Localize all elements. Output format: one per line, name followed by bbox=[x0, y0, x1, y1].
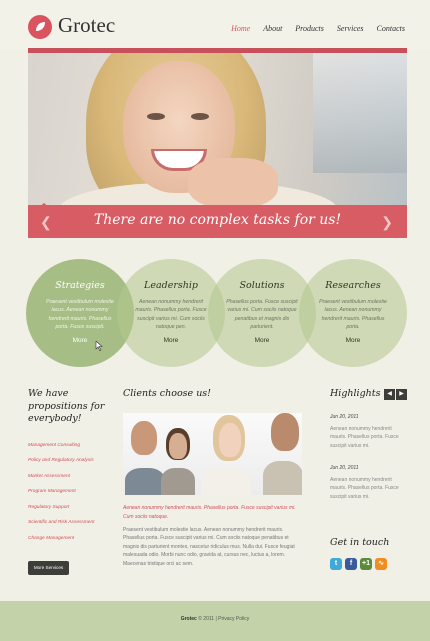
twitter-icon[interactable]: t bbox=[330, 558, 342, 570]
main-nav: Home About Products Services Contacts bbox=[231, 24, 405, 33]
person-shirt bbox=[201, 468, 251, 495]
header: Grotec Home About Products Services Cont… bbox=[0, 0, 430, 50]
link-management-consulting[interactable]: Management Consulting bbox=[28, 438, 108, 454]
nav-products[interactable]: Products bbox=[295, 24, 324, 33]
propositions-links: Management Consulting Policy and Regulat… bbox=[28, 438, 108, 547]
heading-line: propositions for bbox=[28, 400, 105, 412]
feature-text: Praesent vestibulum molestie lacus. Aene… bbox=[46, 299, 114, 330]
link-program-management[interactable]: Program Management bbox=[28, 484, 108, 500]
feature-circles: Strategies Praesent vestibulum molestie … bbox=[26, 259, 407, 371]
logo-text[interactable]: Grotec bbox=[58, 13, 115, 38]
social-links: t f +1 ∿ bbox=[330, 558, 387, 570]
heading-line: everybody! bbox=[28, 413, 82, 424]
highlights-nav: ◀ ▶ bbox=[384, 389, 407, 400]
hero-hands bbox=[188, 158, 278, 208]
footer-copyright: © 2011 bbox=[198, 616, 215, 622]
privacy-policy-link[interactable]: Privacy Policy bbox=[218, 616, 249, 622]
person-shirt bbox=[263, 461, 302, 495]
person-shirt bbox=[125, 468, 165, 495]
feature-more-link[interactable]: More bbox=[299, 337, 407, 344]
rss-icon[interactable]: ∿ bbox=[375, 558, 387, 570]
propositions-heading: We have propositions for everybody! bbox=[28, 388, 108, 426]
highlights-next-icon[interactable]: ▶ bbox=[396, 389, 407, 400]
more-services-button[interactable]: More Services bbox=[28, 561, 69, 575]
clients-body-text: Praesent vestibulum molestie lacus. Aene… bbox=[123, 527, 295, 567]
logo-icon[interactable] bbox=[28, 15, 52, 39]
facebook-icon[interactable]: f bbox=[345, 558, 357, 570]
slider-next-icon[interactable]: ❯ bbox=[381, 214, 393, 231]
leaf-icon bbox=[36, 22, 45, 31]
hero-eye-right bbox=[191, 113, 209, 120]
footer-brand: Grotec bbox=[180, 616, 197, 622]
google-plus-icon[interactable]: +1 bbox=[360, 558, 372, 570]
highlights-prev-icon[interactable]: ◀ bbox=[384, 389, 395, 400]
highlight-date: Jun 20, 2011 bbox=[330, 414, 359, 420]
feature-researches[interactable]: Researches Praesent vestibulum molestie … bbox=[299, 259, 407, 367]
feature-text: Aenean nonummy hendrerit mauris. Phasell… bbox=[135, 299, 207, 330]
highlight-date: Jun 20, 2011 bbox=[330, 465, 359, 471]
highlight-text: Aenean nonummy hendrerit mauris. Phasell… bbox=[330, 426, 399, 449]
footer: Grotec © 2011 | Privacy Policy bbox=[0, 601, 430, 641]
person-face bbox=[169, 433, 187, 459]
highlight-text: Aenean nonummy hendrerit mauris. Phasell… bbox=[330, 477, 399, 500]
feature-title: Researches bbox=[325, 280, 381, 291]
hero-eye-left bbox=[147, 113, 165, 120]
nav-services[interactable]: Services bbox=[337, 24, 364, 33]
heading-line: We have bbox=[28, 388, 69, 399]
person-head bbox=[131, 421, 157, 455]
feature-text: Praesent vestibulum molestie lacus. Aene… bbox=[319, 299, 387, 330]
get-in-touch-heading: Get in touch bbox=[330, 537, 390, 548]
clients-photo bbox=[123, 413, 302, 495]
nav-contacts[interactable]: Contacts bbox=[377, 24, 405, 33]
nav-about[interactable]: About bbox=[263, 24, 282, 33]
link-regulatory-support[interactable]: Regulatory Support bbox=[28, 500, 108, 516]
link-policy-analysis[interactable]: Policy and Regulatory Analysis bbox=[28, 453, 108, 469]
mouse-cursor-icon bbox=[95, 341, 103, 351]
clients-section: Clients choose us! Aenean nonummy hendre… bbox=[123, 388, 303, 567]
highlight-item: Jun 20, 2011 Aenean nonummy hendrerit ma… bbox=[330, 465, 408, 501]
link-scientific-risk[interactable]: Scientific and Risk Assessment bbox=[28, 515, 108, 531]
clients-heading: Clients choose us! bbox=[123, 388, 212, 399]
link-change-management[interactable]: Change Management bbox=[28, 531, 108, 547]
footer-text: Grotec © 2011 | Privacy Policy bbox=[0, 616, 430, 622]
link-market-assessment[interactable]: Market Assessment bbox=[28, 469, 108, 485]
person-head bbox=[271, 413, 299, 451]
person-shirt bbox=[161, 468, 195, 495]
person-face bbox=[219, 423, 241, 457]
clients-highlight-text: Aenean nonummy hendrerit mauris. Phasell… bbox=[123, 505, 296, 520]
hero-banner: ❮ There are no complex tasks for us! ❯ bbox=[28, 205, 407, 238]
nav-home[interactable]: Home bbox=[231, 24, 250, 33]
highlight-item: Jun 20, 2011 Aenean nonummy hendrerit ma… bbox=[330, 414, 408, 450]
hero-background bbox=[313, 53, 407, 173]
hero-caption: There are no complex tasks for us! bbox=[93, 212, 342, 228]
feature-text: Phasellus porta. Fusce suscipit varius m… bbox=[226, 299, 298, 330]
propositions-section: We have propositions for everybody! Mana… bbox=[28, 388, 108, 546]
footer-separator: | bbox=[215, 616, 217, 622]
